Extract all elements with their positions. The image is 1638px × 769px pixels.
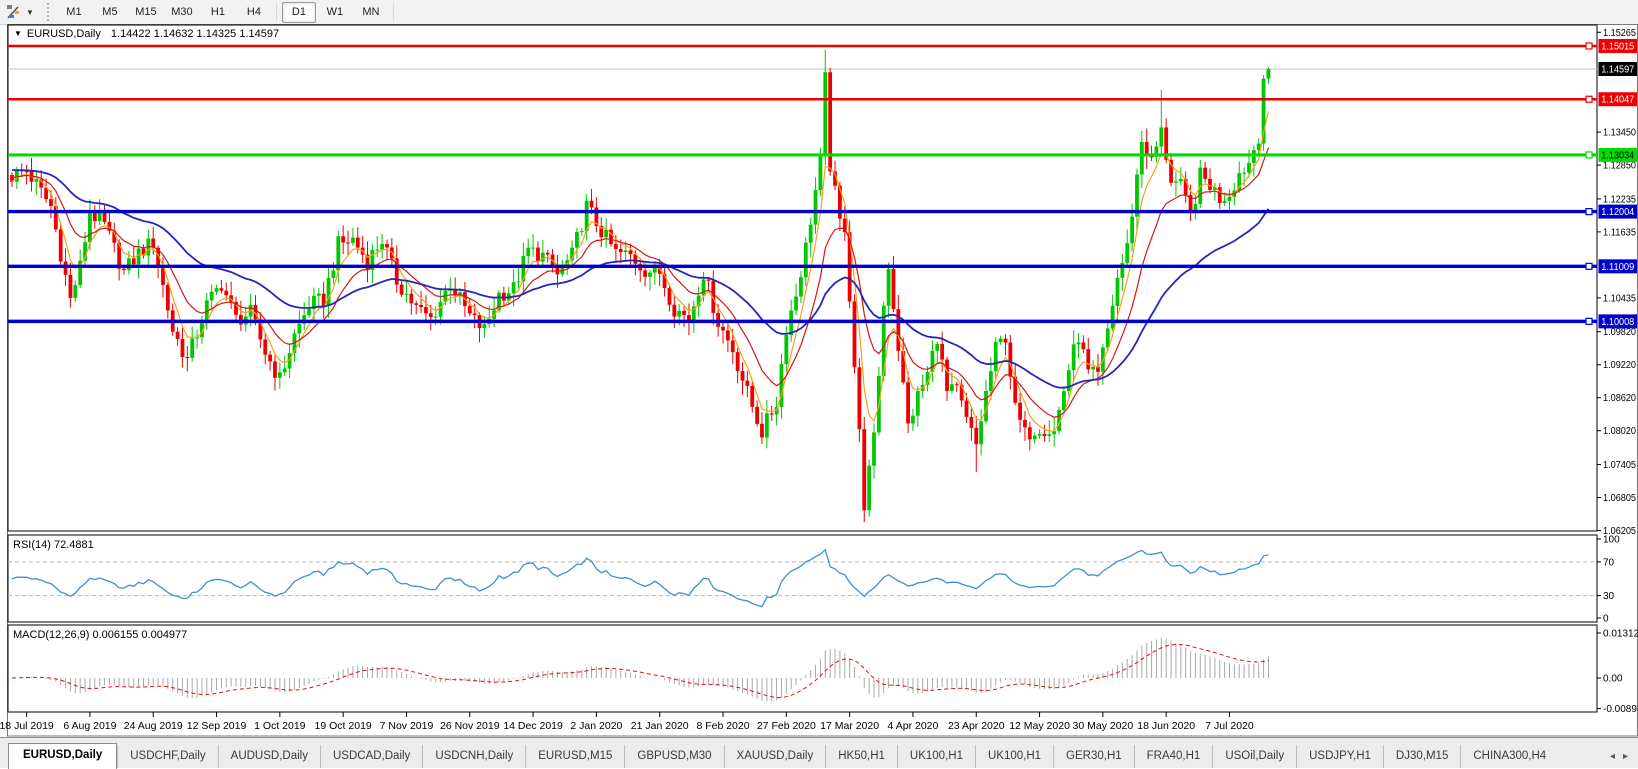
price-axis-tick-label: 1.12235 <box>1603 194 1636 205</box>
price-axis-badge-label: 1.10008 <box>1601 317 1634 328</box>
price-axis-badge-label: 1.12004 <box>1601 207 1634 218</box>
chart-tab-uk100-h1[interactable]: UK100,H1 <box>897 745 975 768</box>
tab-scroll-left-icon[interactable]: ◂ <box>1610 751 1615 762</box>
chart-tab-eurusd-daily[interactable]: EURUSD,Daily <box>8 743 117 769</box>
price-axis-badge-label: 1.11009 <box>1601 262 1634 273</box>
date-axis-label: 14 Dec 2019 <box>503 720 563 732</box>
rsi-axis-label: 30 <box>1603 591 1615 602</box>
date-axis-label: 8 Feb 2020 <box>696 720 749 732</box>
price-axis-tick-label: 1.08020 <box>1603 426 1636 437</box>
top-toolbar: ▼ M1M5M15M30H1H4 D1W1MN <box>0 0 1638 25</box>
date-axis-label: 30 May 2020 <box>1073 720 1134 732</box>
date-axis-label: 4 Apr 2020 <box>888 720 939 732</box>
chart-tab-eurusd-m15[interactable]: EURUSD,M15 <box>525 745 624 768</box>
line-drag-handle[interactable] <box>1586 209 1592 215</box>
timeframe-button-M1[interactable]: M1 <box>57 2 91 23</box>
chart-tab-china300-h4[interactable]: CHINA300,H4 <box>1460 745 1558 768</box>
price-axis-tick-label: 1.12850 <box>1603 161 1636 172</box>
date-axis-label: 21 Jan 2020 <box>631 720 689 732</box>
macd-axis-label: 0.00 <box>1603 674 1623 685</box>
timeframe-button-H1[interactable]: H1 <box>201 2 235 23</box>
chart-tab-usdjpy-h1[interactable]: USDJPY,H1 <box>1296 745 1383 768</box>
rsi-axis-label: 70 <box>1603 557 1615 568</box>
toolbar-separator <box>276 3 277 21</box>
timeframe-button-M5[interactable]: M5 <box>93 2 127 23</box>
chart-tab-fra40-h1[interactable]: FRA40,H1 <box>1134 745 1213 768</box>
line-drag-handle[interactable] <box>1586 96 1592 102</box>
cursor-tool-button[interactable]: ▼ <box>0 0 40 24</box>
chart-tab-usdcnh-daily[interactable]: USDCNH,Daily <box>422 745 525 768</box>
timeframe-button-M15[interactable]: M15 <box>129 2 163 23</box>
date-axis-label: 7 Jul 2020 <box>1205 720 1254 732</box>
timeframe-button-W1[interactable]: W1 <box>318 2 352 23</box>
price-axis-tick-label: 1.09820 <box>1603 327 1636 338</box>
price-axis-tick-label: 1.06805 <box>1603 493 1636 504</box>
line-drag-handle[interactable] <box>1586 318 1592 324</box>
chart-tab-gbpusd-m30[interactable]: GBPUSD,M30 <box>624 745 723 768</box>
rsi-axis-label: 100 <box>1603 535 1620 546</box>
chart-tab-uk100-h1[interactable]: UK100,H1 <box>975 745 1053 768</box>
price-chart-canvas: 1.15265 1.13450 1.12850 1.12235 1.11635 1.104… <box>0 24 1638 737</box>
date-axis-label: 6 Aug 2019 <box>63 720 116 732</box>
date-axis-label: 1 Oct 2019 <box>254 720 306 732</box>
chevron-down-icon: ▼ <box>26 8 34 17</box>
date-axis-label: 18 Jul 2019 <box>0 720 54 732</box>
toolbar-separator <box>393 3 394 21</box>
date-axis-label: 2 Jan 2020 <box>570 720 622 732</box>
date-axis-label: 12 Sep 2019 <box>187 720 247 732</box>
date-axis-label: 12 May 2020 <box>1009 720 1070 732</box>
chart-tab-bar: EURUSD,DailyUSDCHF,DailyAUDUSD,DailyUSDC… <box>0 737 1638 768</box>
macd-panel-border <box>8 625 1597 712</box>
date-axis-label: 17 Mar 2020 <box>820 720 879 732</box>
price-axis-tick-label: 1.15265 <box>1603 28 1636 39</box>
price-axis-tick-label: 1.09220 <box>1603 360 1636 371</box>
price-axis-badge-label: 1.14597 <box>1601 64 1634 75</box>
chart-tab-dj30-m15[interactable]: DJ30,M15 <box>1383 745 1460 768</box>
toolbar-grip[interactable] <box>47 3 49 21</box>
chart-tab-audusd-daily[interactable]: AUDUSD,Daily <box>218 745 320 768</box>
date-axis-label: 7 Nov 2019 <box>380 720 434 732</box>
price-axis-tick-label: 1.11635 <box>1603 227 1636 238</box>
line-drag-handle[interactable] <box>1586 152 1592 158</box>
price-axis-badge-label: 1.14047 <box>1601 95 1634 106</box>
price-axis-tick-label: 1.10435 <box>1603 293 1636 304</box>
line-drag-handle[interactable] <box>1586 263 1592 269</box>
price-axis-badge-label: 1.13034 <box>1601 150 1634 161</box>
date-axis-label: 24 Aug 2019 <box>124 720 183 732</box>
cursor-draw-icon <box>6 4 22 20</box>
timeframe-button-D1[interactable]: D1 <box>282 2 316 23</box>
rsi-panel-border <box>8 535 1597 622</box>
chart-tab-xauusd-daily[interactable]: XAUUSD,Daily <box>724 745 826 768</box>
timeframe-button-group: M1M5M15M30H1H4 D1W1MN <box>56 2 398 23</box>
price-axis-tick-label: 1.07405 <box>1603 460 1636 471</box>
macd-axis-label: 0.013121 <box>1603 628 1638 639</box>
date-axis-label: 23 Apr 2020 <box>948 720 1005 732</box>
chart-tab-usoil-daily[interactable]: USOil,Daily <box>1212 745 1296 768</box>
price-axis-tick-label: 1.08620 <box>1603 393 1636 404</box>
price-axis-tick-label: 1.13450 <box>1603 128 1636 139</box>
chart-tab-usdchf-daily[interactable]: USDCHF,Daily <box>117 745 217 768</box>
timeframe-button-MN[interactable]: MN <box>354 2 388 23</box>
chart-tab-ger30-h1[interactable]: GER30,H1 <box>1053 745 1134 768</box>
rsi-axis-label: 0 <box>1603 614 1609 625</box>
macd-axis-label: -0.00893 <box>1603 704 1638 715</box>
date-axis-label: 19 Oct 2019 <box>315 720 372 732</box>
date-axis-label: 27 Feb 2020 <box>757 720 816 732</box>
chart-tab-usdcad-daily[interactable]: USDCAD,Daily <box>320 745 422 768</box>
tabs-container: EURUSD,DailyUSDCHF,DailyAUDUSD,DailyUSDC… <box>0 741 1558 768</box>
timeframe-button-M30[interactable]: M30 <box>165 2 199 23</box>
chart-tab-hk50-h1[interactable]: HK50,H1 <box>825 745 897 768</box>
price-axis-badge-label: 1.15015 <box>1601 42 1634 53</box>
tab-scroll-right-icon[interactable]: ▸ <box>1623 751 1628 762</box>
timeframe-button-H4[interactable]: H4 <box>237 2 271 23</box>
date-axis-label: 18 Jun 2020 <box>1137 720 1195 732</box>
line-drag-handle[interactable] <box>1586 43 1592 49</box>
tab-scroll-arrows: ◂ ▸ <box>1610 751 1638 768</box>
date-axis-label: 26 Nov 2019 <box>440 720 500 732</box>
